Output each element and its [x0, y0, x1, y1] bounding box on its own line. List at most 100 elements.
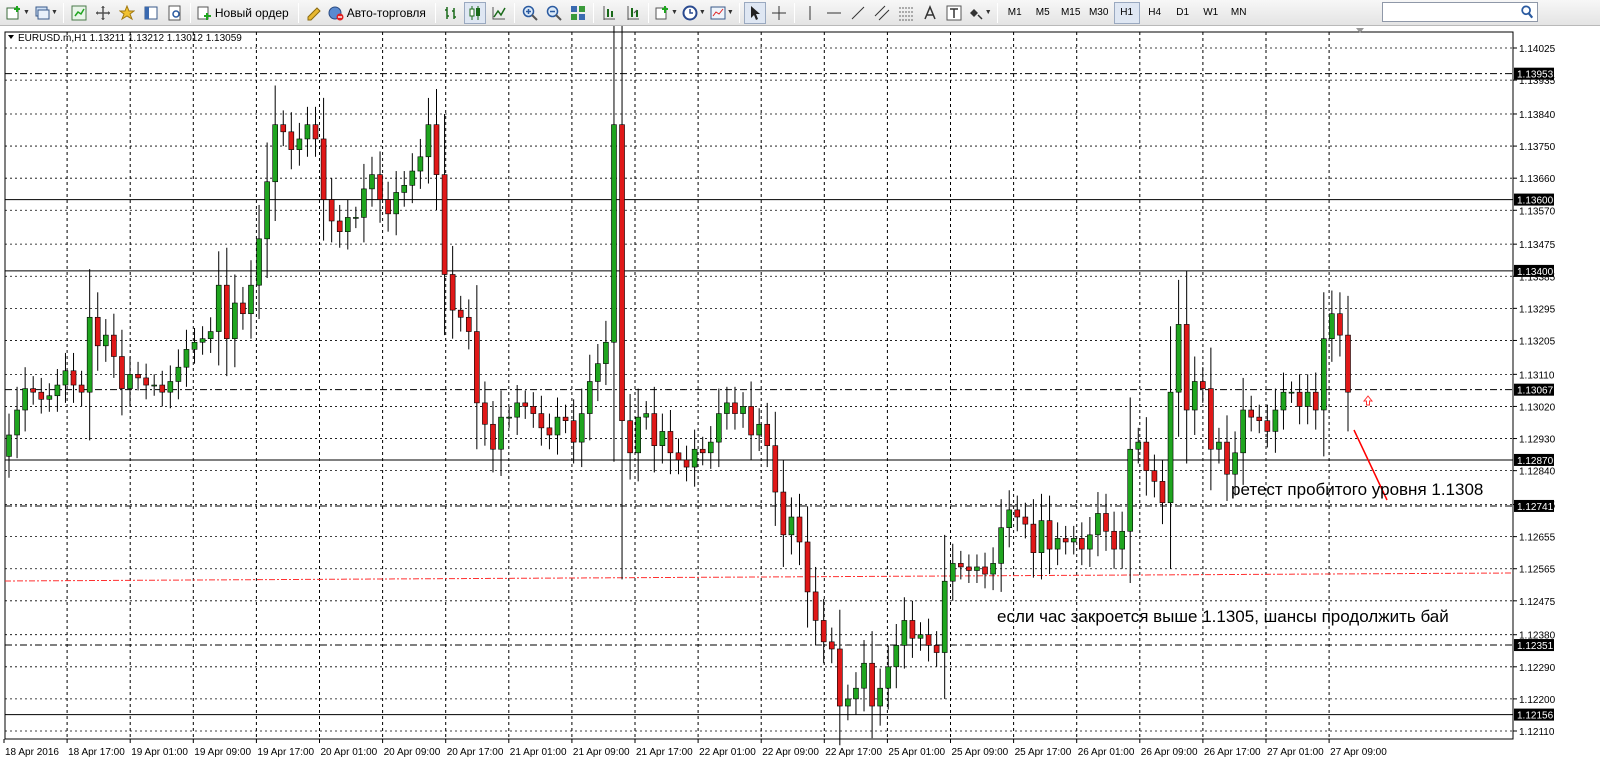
- time-axis-label: 25 Apr 17:00: [1015, 747, 1072, 758]
- candle-body: [1175, 324, 1182, 393]
- level-price-label: 1.12156: [1517, 711, 1554, 722]
- cursor-button[interactable]: [743, 1, 766, 24]
- price-axis-label: 1.13660: [1519, 174, 1556, 185]
- market-watch-icon: [71, 5, 87, 20]
- candlestick-chart-button[interactable]: [463, 1, 486, 24]
- candle-body: [1224, 441, 1230, 475]
- search-icon[interactable]: [1520, 5, 1534, 19]
- candle-body: [845, 698, 851, 707]
- auto-trading-button[interactable]: Авто-торговля: [327, 2, 431, 24]
- arrows-button[interactable]: ▼: [967, 2, 993, 24]
- candle-body: [401, 185, 408, 193]
- timeframe-m30-button[interactable]: M30: [1086, 2, 1112, 24]
- timeframe-m15-button[interactable]: M15: [1058, 2, 1084, 24]
- candle-body: [909, 620, 916, 639]
- candle-body: [1111, 530, 1117, 550]
- price-axis-label: 1.13205: [1519, 336, 1556, 347]
- chart-shift-button[interactable]: [598, 2, 620, 24]
- navigator-button[interactable]: [92, 2, 114, 24]
- channel-button[interactable]: [871, 2, 893, 24]
- text-button[interactable]: [919, 2, 941, 24]
- zoom-out-button[interactable]: [543, 2, 565, 24]
- candle-body: [861, 662, 867, 689]
- trendline-button[interactable]: [847, 2, 869, 24]
- zoom-in-button[interactable]: [519, 2, 541, 24]
- candle-body: [441, 174, 448, 275]
- time-axis-label: 22 Apr 09:00: [762, 747, 819, 758]
- candle-body: [691, 448, 698, 468]
- timeframe-mn-button[interactable]: MN: [1226, 2, 1252, 24]
- horizontal-line-button[interactable]: [823, 2, 845, 24]
- text-label-button[interactable]: [943, 2, 965, 24]
- timeframe-m5-button[interactable]: M5: [1030, 2, 1056, 24]
- plot-area: [4, 31, 1514, 740]
- search-input[interactable]: [1382, 2, 1538, 22]
- candle-body: [748, 406, 754, 436]
- candle-body: [1143, 441, 1150, 471]
- price-axis-label: 1.12200: [1519, 695, 1556, 706]
- time-axis-label: 26 Apr 09:00: [1141, 747, 1198, 758]
- bar-chart-button[interactable]: [440, 2, 462, 24]
- candle-body: [46, 395, 53, 400]
- candle-body: [232, 302, 238, 339]
- candle-body: [215, 284, 222, 332]
- indicators-button[interactable]: ▼: [653, 2, 679, 24]
- price-axis-label: 1.12290: [1519, 663, 1556, 674]
- timeframe-h1-button[interactable]: H1: [1113, 1, 1140, 24]
- candle-body: [966, 566, 972, 571]
- candle-body: [175, 366, 182, 382]
- chart-shift-icon: [603, 5, 615, 20]
- candle-body: [1312, 391, 1319, 411]
- price-axis-label: 1.14025: [1519, 44, 1556, 55]
- bar-chart-icon: [444, 6, 456, 19]
- indicators-icon: [655, 5, 668, 19]
- timeframe-w1-button[interactable]: W1: [1198, 2, 1224, 24]
- fibo-button[interactable]: [895, 2, 917, 24]
- periods-button[interactable]: ▼: [681, 2, 707, 24]
- candle-body: [272, 124, 278, 183]
- candle-body: [159, 384, 166, 393]
- price-axis-label: 1.12930: [1519, 435, 1556, 446]
- price-axis-label: 1.12475: [1519, 597, 1556, 608]
- price-chart[interactable]: 18 Apr 2016 18 Apr 17:00 19 Apr 01:00 19 Ap…: [0, 26, 1600, 772]
- auto-scroll-button[interactable]: [622, 2, 644, 24]
- market-watch-button[interactable]: [68, 2, 90, 24]
- time-axis-label: 22 Apr 01:00: [699, 747, 756, 758]
- candle-body: [740, 406, 746, 414]
- candle-body: [344, 217, 351, 232]
- level-price-label: 1.13067: [1517, 386, 1554, 397]
- candle-body: [925, 634, 932, 646]
- candle-body: [1038, 520, 1045, 553]
- level-price-label: 1.12351: [1517, 641, 1554, 652]
- candle-body: [288, 131, 295, 150]
- tile-windows-button[interactable]: [567, 2, 589, 24]
- profiles-button[interactable]: ▼: [33, 2, 59, 24]
- candle-body: [1062, 538, 1069, 543]
- metaeditor-button[interactable]: [303, 2, 325, 24]
- strategy-tester-button[interactable]: [164, 2, 186, 24]
- fibo-icon: [898, 7, 913, 20]
- vertical-line-button[interactable]: [799, 2, 821, 24]
- candle-body: [264, 181, 270, 240]
- terminal-button[interactable]: [140, 2, 162, 24]
- candle-body: [183, 349, 190, 368]
- time-axis-label: 18 Apr 17:00: [68, 747, 125, 758]
- price-axis-label: 1.12565: [1519, 565, 1556, 576]
- new-order-button[interactable]: Новый ордер: [195, 2, 294, 24]
- timeframe-d1-button[interactable]: D1: [1170, 2, 1196, 24]
- price-axis-label: 1.13020: [1519, 402, 1556, 413]
- time-axis-label: 20 Apr 01:00: [321, 747, 378, 758]
- candle-body: [514, 402, 520, 418]
- window-icon: [144, 6, 158, 19]
- candle-body: [724, 402, 730, 414]
- crosshair-button[interactable]: [768, 2, 790, 24]
- candle-body: [280, 124, 287, 133]
- favorites-button[interactable]: [116, 2, 138, 24]
- templates-button[interactable]: ▼: [709, 2, 735, 24]
- timeframe-m1-button[interactable]: M1: [1002, 2, 1028, 24]
- line-chart-button[interactable]: [488, 2, 510, 24]
- candle-body: [223, 284, 230, 339]
- chart-window[interactable]: 18 Apr 2016 18 Apr 17:00 19 Apr 01:00 19 Ap…: [0, 26, 1600, 772]
- new-chart-button[interactable]: ▼: [5, 2, 31, 24]
- timeframe-h4-button[interactable]: H4: [1142, 2, 1168, 24]
